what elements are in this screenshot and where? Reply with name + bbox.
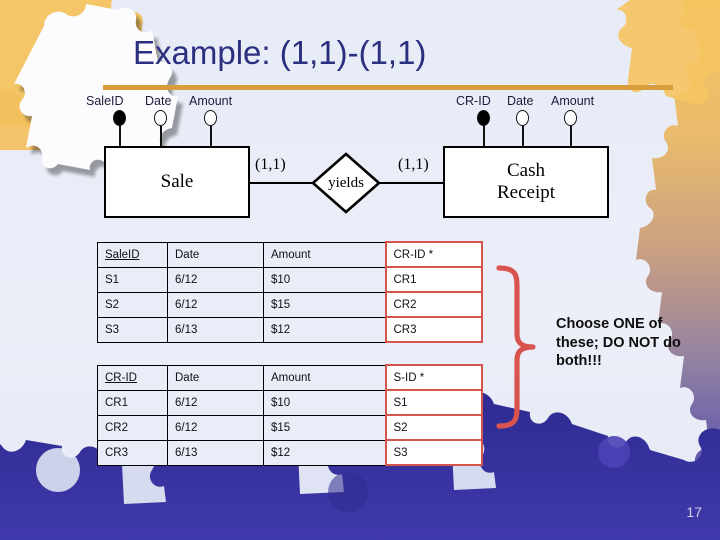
attribute-stem-cr-date — [522, 126, 524, 148]
cell-amount: $12 — [263, 316, 386, 343]
column-header-sid-fk: S-ID * — [384, 364, 483, 391]
table-row[interactable]: CR3 6/13 $12 S3 — [97, 439, 483, 466]
attribute-stem-cr-amount — [570, 126, 572, 148]
attribute-oval-cr-amount — [564, 110, 577, 126]
page-number: 17 — [686, 504, 702, 520]
table-row[interactable]: CR2 6/12 $15 S2 — [97, 414, 483, 441]
column-header-amount: Amount — [263, 364, 386, 391]
cash-receipt-table[interactable]: CR-ID Date Amount S-ID * CR1 6/12 $10 S1… — [97, 364, 483, 466]
attribute-label-saleid: SaleID — [86, 94, 124, 108]
table-row[interactable]: S1 6/12 $10 CR1 — [97, 266, 483, 293]
cell-sid-fk: S3 — [384, 439, 483, 466]
brace-icon — [496, 265, 536, 429]
column-header-crid: CR-ID — [97, 364, 168, 391]
cell-date: 6/12 — [167, 291, 264, 318]
attribute-stem-sale-amount — [210, 126, 212, 148]
table-row[interactable]: CR1 6/12 $10 S1 — [97, 389, 483, 416]
cell-crid-fk: CR2 — [384, 291, 483, 318]
cell-date: 6/13 — [167, 439, 264, 466]
table-header-row: CR-ID Date Amount S-ID * — [97, 364, 483, 391]
cell-sid-fk: S2 — [384, 414, 483, 441]
er-diagram: SaleID Date Amount Sale (1,1) yields (1,… — [0, 0, 720, 240]
cell-saleid: S2 — [97, 291, 168, 318]
column-header-date: Date — [167, 364, 264, 391]
attribute-oval-cr-date — [516, 110, 529, 126]
sale-table[interactable]: SaleID Date Amount CR-ID * S1 6/12 $10 C… — [97, 241, 483, 343]
attribute-label-cr-date: Date — [507, 94, 534, 108]
column-header-amount: Amount — [263, 241, 386, 268]
cell-date: 6/12 — [167, 389, 264, 416]
relationship-label: yields — [328, 174, 364, 191]
entity-name-line1: Cash — [507, 160, 545, 182]
relationship-line-right — [379, 182, 443, 184]
attribute-stem-sale-date — [160, 126, 162, 148]
column-header-date: Date — [167, 241, 264, 268]
cell-crid-fk: CR1 — [384, 266, 483, 293]
table-row[interactable]: S2 6/12 $15 CR2 — [97, 291, 483, 318]
cell-date: 6/12 — [167, 266, 264, 293]
cell-amount: $15 — [263, 291, 386, 318]
attribute-stem-saleid — [119, 126, 121, 148]
entity-box-cash-receipt[interactable]: Cash Receipt — [443, 146, 609, 218]
cell-amount: $10 — [263, 266, 386, 293]
entity-box-sale[interactable]: Sale — [104, 146, 250, 218]
column-header-crid-fk: CR-ID * — [384, 241, 483, 268]
grouping-brace — [495, 262, 545, 437]
cell-sid-fk: S1 — [384, 389, 483, 416]
attribute-oval-sale-date — [154, 110, 167, 126]
attribute-key-oval-crid — [477, 110, 490, 126]
attribute-label-sale-date: Date — [145, 94, 172, 108]
cardinality-right: (1,1) — [398, 156, 429, 173]
cell-crid: CR1 — [97, 389, 168, 416]
attribute-stem-crid — [483, 126, 485, 148]
cell-saleid: S3 — [97, 316, 168, 343]
relationship-diamond[interactable]: yields — [311, 152, 381, 214]
relationship-line-left — [250, 182, 312, 184]
cell-crid: CR3 — [97, 439, 168, 466]
attribute-label-crid: CR-ID — [456, 94, 491, 108]
attribute-oval-sale-amount — [204, 110, 217, 126]
warning-note: Choose ONE of these; DO NOT do both!!! — [556, 316, 681, 370]
column-header-saleid: SaleID — [97, 241, 168, 268]
cell-amount: $15 — [263, 414, 386, 441]
cardinality-left: (1,1) — [255, 156, 286, 173]
table-header-row: SaleID Date Amount CR-ID * — [97, 241, 483, 268]
cell-date: 6/12 — [167, 414, 264, 441]
cell-amount: $10 — [263, 389, 386, 416]
attribute-label-cr-amount: Amount — [551, 94, 595, 108]
cell-date: 6/13 — [167, 316, 264, 343]
cell-crid: CR2 — [97, 414, 168, 441]
entity-name-line2: Receipt — [496, 182, 556, 203]
cell-crid-fk: CR3 — [384, 316, 483, 343]
slide: Example: (1,1)-(1,1) SaleID Date Amount … — [0, 0, 720, 540]
table-row[interactable]: S3 6/13 $12 CR3 — [97, 316, 483, 343]
cell-saleid: S1 — [97, 266, 168, 293]
attribute-label-sale-amount: Amount — [189, 94, 233, 108]
attribute-key-oval-saleid — [113, 110, 126, 126]
cell-amount: $12 — [263, 439, 386, 466]
